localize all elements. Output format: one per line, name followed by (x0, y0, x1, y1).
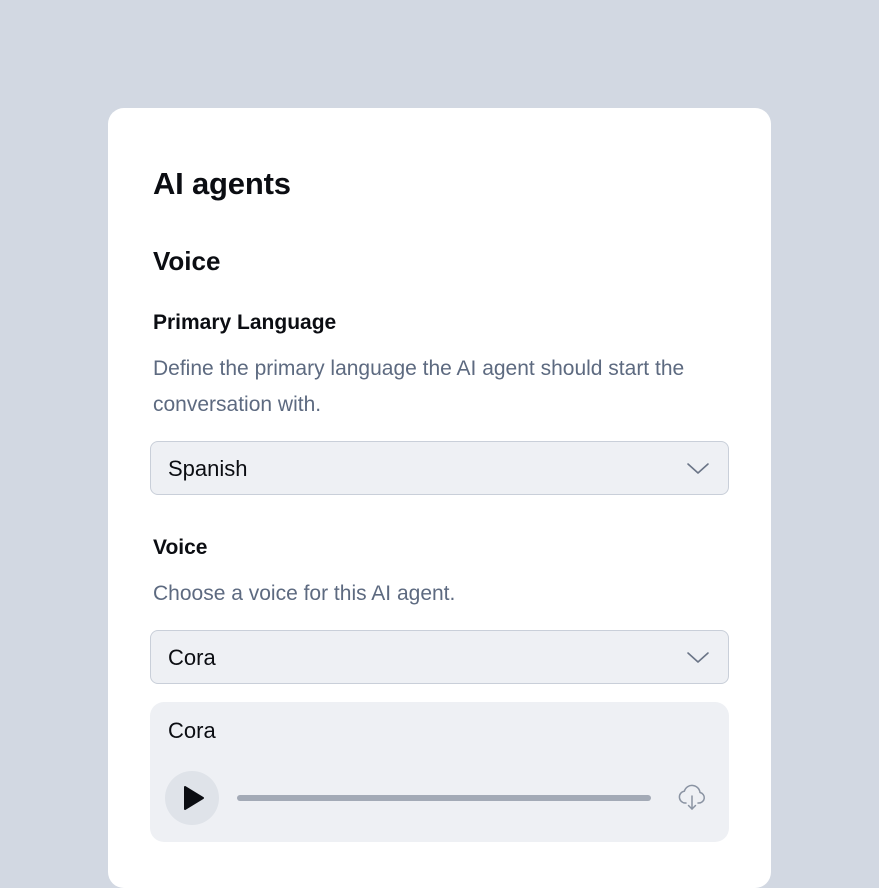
play-button[interactable] (165, 771, 219, 825)
primary-language-label: Primary Language (153, 311, 337, 334)
primary-language-select[interactable]: Spanish (150, 441, 729, 495)
play-icon (184, 786, 204, 810)
chevron-down-icon (687, 652, 709, 663)
section-title-voice: Voice (153, 246, 221, 276)
voice-value: Cora (168, 645, 216, 670)
primary-language-description: Define the primary language the AI agent… (153, 357, 685, 416)
playback-progress-track[interactable] (237, 795, 651, 801)
primary-language-value: Spanish (168, 456, 248, 481)
settings-card: AI agents Voice Primary Language Define … (108, 108, 771, 888)
cloud-download-icon[interactable] (677, 783, 707, 813)
voice-description: Choose a voice for this AI agent. (153, 582, 456, 605)
voice-preview-name: Cora (168, 718, 216, 743)
voice-label: Voice (153, 536, 208, 559)
voice-preview-player: Cora (150, 702, 729, 842)
chevron-down-icon (687, 463, 709, 474)
page-title: AI agents (153, 166, 291, 201)
voice-select[interactable]: Cora (150, 630, 729, 684)
